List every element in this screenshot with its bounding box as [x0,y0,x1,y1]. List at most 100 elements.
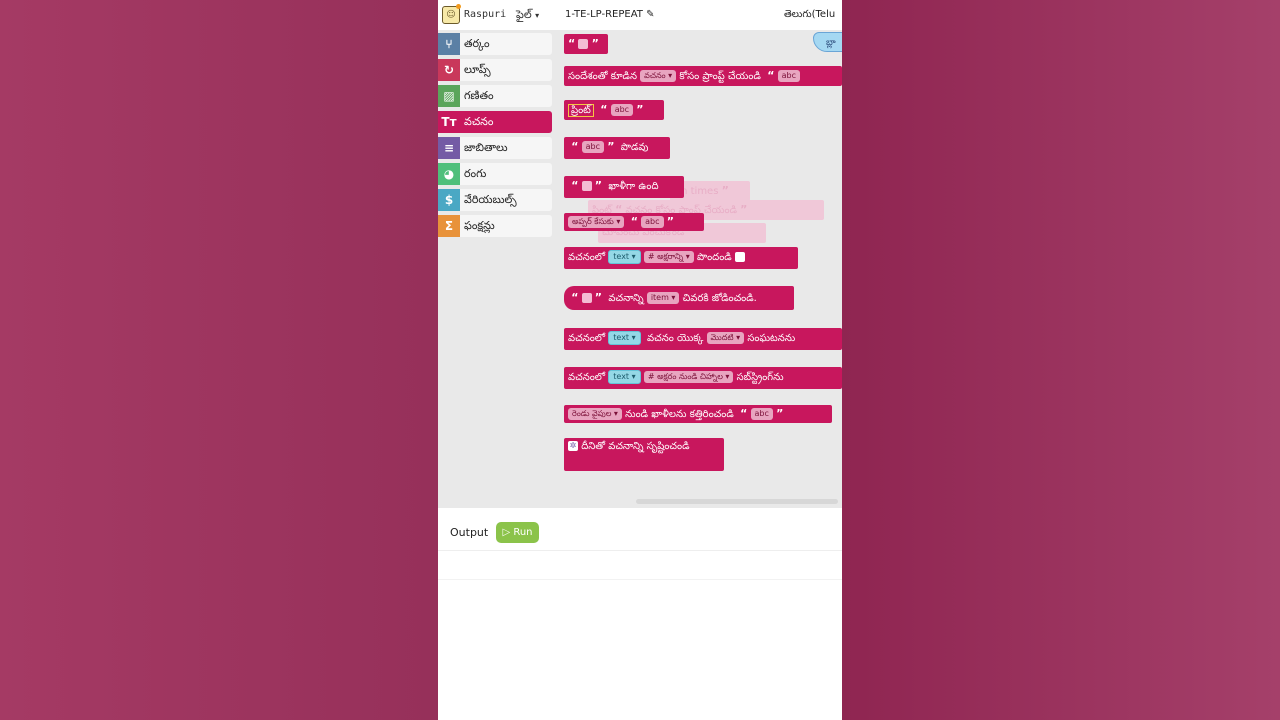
variable-label: text [613,252,630,261]
trim-text: నుండి ఖాళీలను కత్తిరించండి [625,409,734,420]
occurrence-label: మొదటి [710,333,734,342]
substring-dropdown[interactable]: # అక్షరం నుండి చిహ్నాల ▾ [643,371,734,383]
brand-name: Raspuri [464,9,507,20]
dollar-icon: $ [438,189,460,211]
variable-dropdown[interactable]: text ▾ [608,331,641,345]
play-icon: ▷ [502,527,511,538]
variable-label: text [613,372,630,381]
append-text: వచనాన్ని [608,293,644,304]
index-of-text: వచనంలో [568,333,606,344]
pencil-icon[interactable]: ✎ [646,9,654,20]
prompt-block[interactable]: సందేశంతో కూడిన వచనం ▾ కోసం ప్రాంప్ట్ చేయ… [564,66,842,86]
substring-block[interactable]: వచనంలో text ▾ # అక్షరం నుండి చిహ్నాల ▾ స… [564,367,842,389]
text-literal-block[interactable]: “ ” [564,34,608,54]
print-value-field[interactable]: abc [610,104,634,116]
blockly-workspace[interactable]: బ్లా ⑂ తర్కం ↻ లూప్స్ ▨ గణితం Tт వచనం ≡ … [438,30,842,508]
chevron-down-icon: ▾ [535,11,540,20]
category-logic[interactable]: ⑂ తర్కం [438,33,552,55]
length-block[interactable]: “ abc ” పొడవు [564,137,670,159]
join-block[interactable]: ✲ దీనితో వచనాన్ని సృష్టించండి [564,438,724,471]
horizontal-scrollbar[interactable] [636,499,838,504]
language-selector[interactable]: తెలుగు(Telu [784,8,835,22]
append-text-2: చివరకి జోడించండి. [682,293,757,304]
flyout-edge-tab[interactable]: బ్లా [813,32,842,52]
get-char-block[interactable]: వచనంలో text ▾ # అక్షరాన్ని ▾ పొందండి [564,247,798,269]
category-label: ఫంక్షన్లు [464,219,495,232]
category-label: జాబితాలు [464,141,508,154]
sigma-icon: Σ [438,215,460,237]
file-menu-label: ఫైల్ [516,8,532,21]
item-label: item [650,293,669,302]
top-bar: ☺ Raspuri ఫైల్ ▾ 1-TE-LP-REPEAT ✎ తెలుగు… [438,0,842,31]
category-label: వచనం [464,115,494,128]
prompt-value-field[interactable]: abc [777,70,801,82]
length-value-field[interactable]: abc [581,141,604,153]
background-right [842,0,1280,720]
append-block[interactable]: “ ” వచనాన్ని item ▾ చివరకి జోడించండి. [564,286,794,310]
file-menu[interactable]: ఫైల్ ▾ [516,8,539,24]
toolbox: ⑂ తర్కం ↻ లూప్స్ ▨ గణితం Tт వచనం ≡ జాబిత… [438,30,552,508]
variable-dropdown[interactable]: text ▾ [608,370,641,384]
index-of-text-3: సంఘటనను [747,333,796,344]
empty-text-field[interactable] [581,293,592,303]
char-label: # అక్షరాన్ని [647,252,684,261]
loop-icon: ↻ [438,59,460,81]
trim-dropdown[interactable]: రెండు వైపుల ▾ [568,408,622,420]
join-text: దీనితో వచనాన్ని సృష్టించండి [581,441,690,452]
output-panel: Output ▷ Run [438,514,842,551]
category-label: వేరియబుల్స్ [464,193,517,206]
category-label: తర్కం [464,37,490,50]
empty-text-field[interactable] [581,181,592,191]
branch-icon: ⑂ [438,33,460,55]
trim-value-field[interactable]: abc [750,408,773,420]
is-empty-text: ఖాళీగా ఉంది [608,181,659,192]
palette-icon: ◕ [438,163,460,185]
notification-dot [456,4,461,9]
index-of-block[interactable]: వచనంలో text ▾ వచనం యొక్క మొదటి ▾ సంఘటనను [564,328,842,350]
is-empty-block[interactable]: “ ” ఖాళీగా ఉంది [564,176,684,198]
prompt-type-dropdown[interactable]: వచనం ▾ [640,70,677,82]
project-name-label: 1-TE-LP-REPEAT [565,9,643,20]
trim-block[interactable]: రెండు వైపుల ▾ నుండి ఖాళీలను కత్తిరించండి… [564,405,832,423]
category-loops[interactable]: ↻ లూప్స్ [438,59,552,81]
prompt-type-label: వచనం [644,71,666,80]
case-value-field[interactable]: abc [641,216,664,228]
app-window: ☺ Raspuri ఫైల్ ▾ 1-TE-LP-REPEAT ✎ తెలుగు… [438,0,842,720]
category-colour[interactable]: ◕ రంగు [438,163,552,185]
trim-label: రెండు వైపుల [572,409,612,418]
substring-label: # అక్షరం నుండి చిహ్నాల [647,372,723,381]
category-label: గణితం [464,89,494,102]
project-name[interactable]: 1-TE-LP-REPEAT ✎ [565,9,654,20]
substring-text: వచనంలో [568,372,606,383]
category-label: రంగు [464,167,487,180]
item-dropdown[interactable]: item ▾ [646,292,680,304]
print-text: ప్రింట్ [568,104,594,117]
category-label: లూప్స్ [464,63,491,76]
index-of-text-2: వచనం యొక్క [647,333,704,344]
run-label: Run [513,527,533,538]
print-block[interactable]: ప్రింట్ “ abc ” [564,100,664,120]
case-label: అప్పర్ కేసుకు [572,217,614,226]
empty-text-field[interactable] [578,39,589,49]
case-block[interactable]: అప్పర్ కేసుకు ▾ “ abc ” [564,213,704,231]
input-slot [734,252,745,262]
get-char-text: వచనంలో [568,252,606,263]
category-variables[interactable]: $ వేరియబుల్స్ [438,189,552,211]
output-label: Output [450,526,489,539]
category-text[interactable]: Tт వచనం [438,111,552,133]
category-functions[interactable]: Σ ఫంక్షన్లు [438,215,552,237]
char-dropdown[interactable]: # అక్షరాన్ని ▾ [643,251,694,263]
gear-icon[interactable]: ✲ [568,441,578,451]
prompt-text: సందేశంతో కూడిన [568,71,637,82]
category-math[interactable]: ▨ గణితం [438,85,552,107]
substring-text-2: సబ్‌స్ట్రింగ్‌ను [736,372,784,383]
run-button[interactable]: ▷ Run [496,522,539,543]
category-lists[interactable]: ≡ జాబితాలు [438,137,552,159]
variable-label: text [613,333,630,342]
variable-dropdown[interactable]: text ▾ [608,250,641,264]
occurrence-dropdown[interactable]: మొదటి ▾ [706,332,745,344]
text-icon: Tт [438,111,460,133]
output-area [438,551,842,580]
case-dropdown[interactable]: అప్పర్ కేసుకు ▾ [568,216,625,228]
list-icon: ≡ [438,137,460,159]
